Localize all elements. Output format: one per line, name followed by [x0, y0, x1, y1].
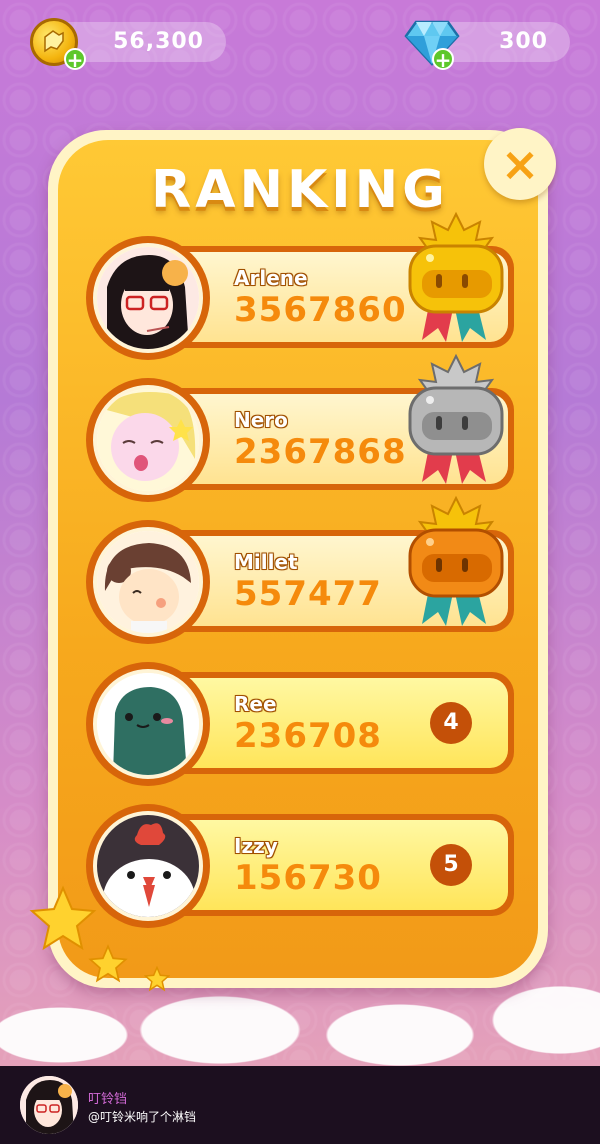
player-score: 2367868 — [234, 432, 407, 472]
avatar — [93, 669, 203, 779]
rank-badge: 5 — [430, 844, 472, 886]
avatar — [93, 243, 203, 353]
ranking-row-2[interactable]: Nero 2367868 — [86, 353, 518, 502]
close-button[interactable]: × — [484, 128, 556, 200]
player-score: 156730 — [234, 858, 382, 898]
avatar — [93, 385, 203, 495]
author-avatar — [20, 1076, 78, 1134]
player-name: Arlene — [234, 266, 308, 290]
avatar — [93, 527, 203, 637]
author-handle: @叮铃米响了个淋铛 — [88, 1110, 197, 1124]
silver-medal-icon — [408, 353, 504, 484]
avatar-ring — [86, 662, 210, 786]
gold-medal-icon — [408, 211, 504, 342]
player-name: Ree — [234, 692, 277, 716]
add-gems-button[interactable]: + — [432, 48, 454, 70]
player-score: 3567860 — [234, 290, 407, 330]
player-name: Millet — [234, 550, 298, 574]
cloud-decoration — [0, 975, 600, 1075]
avatar-ring — [86, 378, 210, 502]
add-coins-button[interactable]: + — [64, 48, 86, 70]
ranking-row-3[interactable]: Millet 557477 — [86, 495, 518, 644]
close-icon: × — [500, 137, 540, 191]
ranking-row-4[interactable]: Ree 236708 4 — [86, 662, 518, 786]
star-icon — [144, 966, 170, 992]
player-score: 236708 — [234, 716, 382, 756]
player-name: Nero — [234, 408, 288, 432]
avatar-ring — [86, 520, 210, 644]
ranking-row-5[interactable]: Izzy 156730 5 — [86, 804, 518, 928]
star-icon — [88, 944, 128, 983]
player-name: Izzy — [234, 834, 278, 858]
rank-badge: 4 — [430, 702, 472, 744]
bronze-medal-icon — [408, 495, 504, 626]
ranking-row-1[interactable]: Arlene 3567860 — [86, 211, 518, 360]
author-footer: 叮铃铛 @叮铃米响了个淋铛 — [0, 1066, 600, 1144]
author-name: 叮铃铛 — [88, 1092, 128, 1107]
player-score: 557477 — [234, 574, 382, 614]
avatar — [93, 811, 203, 921]
coin-amount: 56,300 — [113, 29, 204, 54]
avatar-ring — [86, 804, 210, 928]
gem-amount: 300 — [499, 29, 548, 54]
avatar-ring — [86, 236, 210, 360]
